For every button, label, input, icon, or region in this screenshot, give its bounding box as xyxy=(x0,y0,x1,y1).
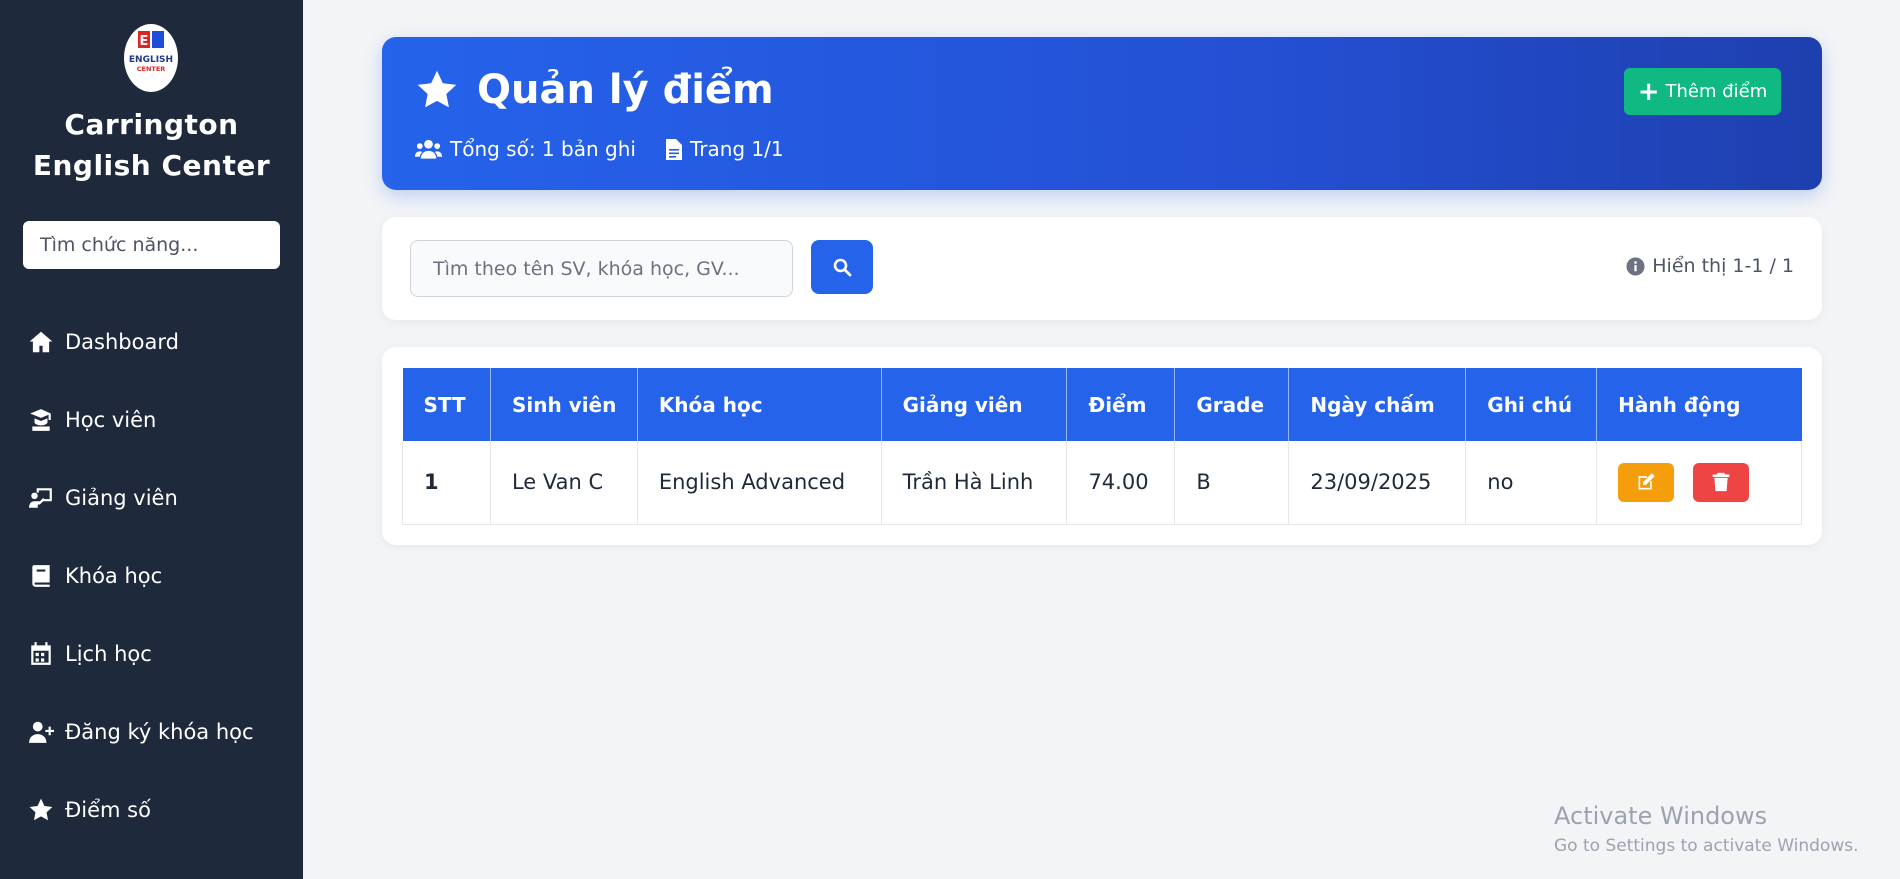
page-info-text: Trang 1/1 xyxy=(689,137,784,161)
cell-course: English Advanced xyxy=(637,441,882,525)
user-plus-icon xyxy=(27,718,55,746)
delete-button[interactable] xyxy=(1692,462,1749,502)
plus-icon: + xyxy=(1637,76,1660,107)
page-info: Trang 1/1 xyxy=(665,137,784,161)
trash-icon xyxy=(1712,473,1730,492)
brand-name-line2: English Center xyxy=(32,149,271,182)
cell-note: no xyxy=(1465,441,1598,525)
cell-actions xyxy=(1596,441,1802,525)
page-title: Quản lý điểm xyxy=(477,67,774,113)
sidebar-item-label: Dashboard xyxy=(65,330,179,354)
cell-grade: B xyxy=(1174,441,1290,525)
sidebar-item-grades[interactable]: Điểm số xyxy=(0,771,303,849)
search-panel: Hiển thị 1-1 / 1 xyxy=(382,217,1822,320)
edit-button[interactable] xyxy=(1618,462,1675,502)
page-header: Quản lý điểm Tổng số: 1 bản ghi Trang 1/… xyxy=(382,37,1822,190)
cell-graded-date: 23/09/2025 xyxy=(1288,441,1467,525)
column-header-stt[interactable]: STT xyxy=(402,368,491,441)
table-row: 1 Le Van C English Advanced Trần Hà Linh… xyxy=(402,441,1802,525)
windows-activation-watermark: Activate Windows Go to Settings to activ… xyxy=(1554,802,1859,856)
column-header-note[interactable]: Ghi chú xyxy=(1465,368,1598,441)
header-meta: Tổng số: 1 bản ghi Trang 1/1 xyxy=(415,137,814,161)
column-header-student[interactable]: Sinh viên xyxy=(490,368,638,441)
search-button[interactable] xyxy=(811,240,873,294)
sidebar-item-label: Lịch học xyxy=(65,642,152,666)
sidebar-item-label: Giảng viên xyxy=(65,486,178,510)
add-grade-button[interactable]: + Thêm điểm xyxy=(1624,68,1781,115)
users-icon xyxy=(415,139,442,159)
sidebar-item-courses[interactable]: Khóa học xyxy=(0,537,303,615)
table-header-row: STT Sinh viên Khóa học Giảng viên Điểm G… xyxy=(402,368,1802,441)
grade-search-input[interactable] xyxy=(410,240,793,297)
watermark-subtitle: Go to Settings to activate Windows. xyxy=(1554,836,1859,856)
brand-name: Carrington English Center xyxy=(0,104,303,186)
cell-teacher: Trần Hà Linh xyxy=(881,441,1068,525)
teacher-board-icon xyxy=(27,484,55,512)
column-header-score[interactable]: Điểm xyxy=(1066,368,1176,441)
sidebar-item-label: Khóa học xyxy=(65,564,163,588)
search-icon xyxy=(833,258,852,277)
column-header-course[interactable]: Khóa học xyxy=(637,368,882,441)
sidebar-search-input[interactable] xyxy=(23,221,280,269)
display-info: Hiển thị 1-1 / 1 xyxy=(1626,255,1794,277)
sidebar-item-dashboard[interactable]: Dashboard xyxy=(0,303,303,381)
add-grade-label: Thêm điểm xyxy=(1665,81,1768,102)
english-center-logo-icon: E ENGLISH CENTER xyxy=(129,31,173,73)
sidebar-item-students[interactable]: Học viên xyxy=(0,381,303,459)
star-icon xyxy=(417,70,457,108)
column-header-grade[interactable]: Grade xyxy=(1174,368,1290,441)
display-info-text: Hiển thị 1-1 / 1 xyxy=(1652,255,1794,277)
home-icon xyxy=(27,328,55,356)
sidebar-item-enrollment[interactable]: Đăng ký khóa học xyxy=(0,693,303,771)
sidebar-item-label: Đăng ký khóa học xyxy=(65,720,254,744)
edit-icon xyxy=(1638,473,1655,490)
info-icon xyxy=(1626,256,1645,276)
document-icon xyxy=(665,138,682,160)
graduate-icon xyxy=(27,406,55,434)
cell-stt: 1 xyxy=(402,441,491,525)
total-records-text: Tổng số: 1 bản ghi xyxy=(450,137,636,161)
logo-letter: E xyxy=(140,34,149,49)
sidebar: E ENGLISH CENTER Carrington English Cent… xyxy=(0,0,303,879)
logo-word-english: ENGLISH xyxy=(129,55,173,65)
sidebar-item-teachers[interactable]: Giảng viên xyxy=(0,459,303,537)
sidebar-item-label: Học viên xyxy=(65,408,157,432)
column-header-actions: Hành động xyxy=(1596,368,1802,441)
page-title-row: Quản lý điểm xyxy=(415,67,774,113)
grades-table: STT Sinh viên Khóa học Giảng viên Điểm G… xyxy=(402,368,1802,525)
star-icon xyxy=(27,796,55,824)
book-icon xyxy=(27,562,55,590)
logo-word-center: CENTER xyxy=(137,65,166,73)
calendar-icon xyxy=(27,640,55,668)
brand-logo[interactable]: E ENGLISH CENTER xyxy=(124,24,178,92)
grades-table-panel: STT Sinh viên Khóa học Giảng viên Điểm G… xyxy=(382,347,1822,545)
cell-score: 74.00 xyxy=(1066,441,1176,525)
sidebar-item-label: Điểm số xyxy=(65,798,151,822)
column-header-graded-date[interactable]: Ngày chấm xyxy=(1288,368,1467,441)
sidebar-nav: Dashboard Học viên Giảng viên Khóa học L… xyxy=(0,303,303,849)
brand-name-line1: Carrington xyxy=(64,108,239,141)
column-header-teacher[interactable]: Giảng viên xyxy=(881,368,1068,441)
cell-student: Le Van C xyxy=(490,441,638,525)
total-records: Tổng số: 1 bản ghi xyxy=(415,137,636,161)
watermark-title: Activate Windows xyxy=(1554,802,1768,830)
sidebar-item-schedule[interactable]: Lịch học xyxy=(0,615,303,693)
